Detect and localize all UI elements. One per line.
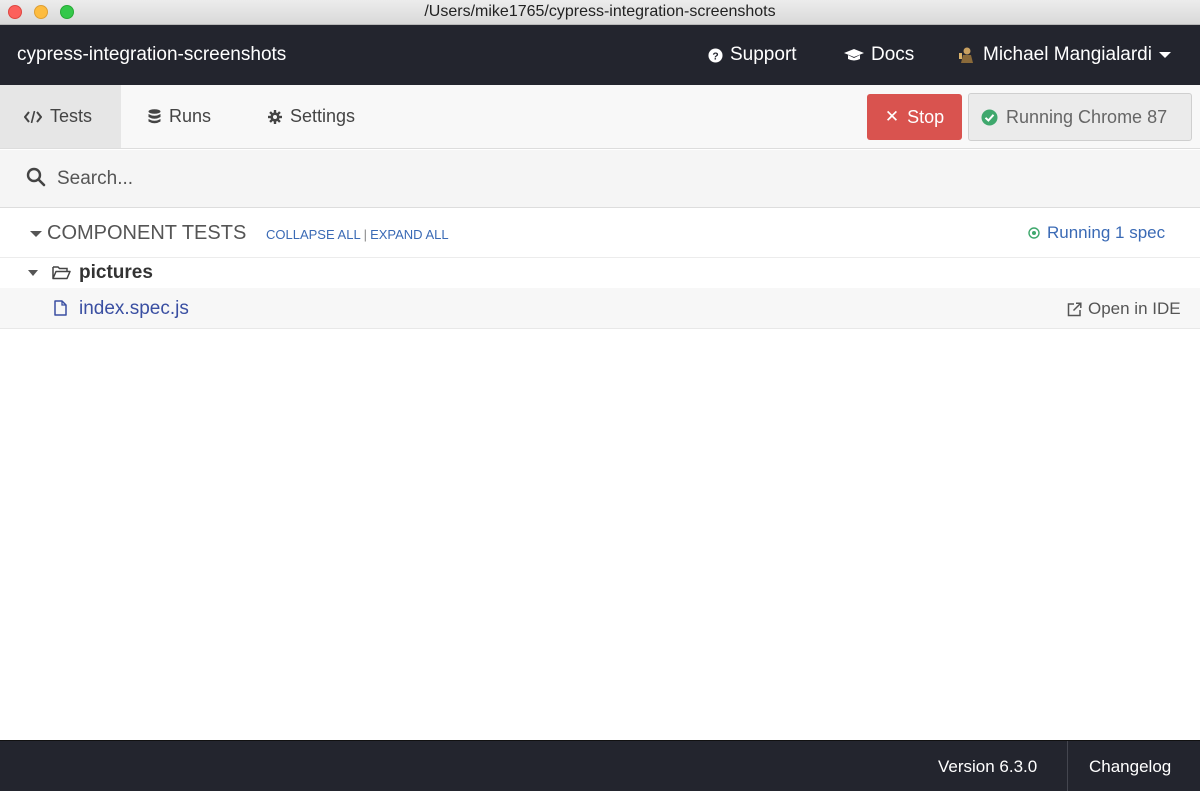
caret-down-icon [28,270,38,276]
sub-nav: Tests Runs Settings ✕ Stop Running Chrom… [0,85,1200,149]
version-label[interactable]: Version 6.3.0 [938,757,1037,777]
search-input[interactable] [57,164,1157,194]
database-icon [148,109,161,124]
graduation-cap-icon [844,48,864,62]
expand-all-link[interactable]: EXPAND ALL [370,227,449,242]
folder-open-icon [52,265,71,285]
link-separator: | [363,227,368,242]
running-browser-label: Running Chrome 87 [1006,106,1168,127]
search-bar [0,150,1200,208]
folder-row[interactable]: pictures [0,258,1200,288]
top-nav: cypress-integration-screenshots ? Suppor… [0,25,1200,85]
open-in-ide-link[interactable]: Open in IDE [1067,299,1181,319]
user-name: Michael Mangialardi [983,44,1152,65]
search-icon [26,167,46,192]
avatar [958,46,976,64]
running-spec-status: Running 1 spec [1028,223,1165,243]
stop-label: Stop [907,106,945,127]
collapse-expand-links: COLLAPSE ALL | EXPAND ALL [266,227,449,242]
footer-divider [1067,741,1068,791]
browser-status-badge[interactable]: Running Chrome 87 [968,93,1192,141]
collapse-all-link[interactable]: COLLAPSE ALL [266,227,361,242]
tab-runs[interactable]: Runs [148,85,211,148]
code-icon [24,110,42,123]
project-name: cypress-integration-screenshots [17,44,287,65]
section-title: COMPONENT TESTS [47,222,247,244]
check-circle-icon [981,109,998,126]
external-link-icon [1067,301,1082,317]
support-link[interactable]: ? Support [708,44,797,66]
svg-text:?: ? [712,51,718,62]
spec-file-row[interactable]: index.spec.js Open in IDE [0,288,1200,329]
open-in-ide-label: Open in IDE [1088,299,1181,318]
tab-runs-label: Runs [169,106,212,126]
docs-label: Docs [871,44,915,65]
folder-name: pictures [79,262,153,283]
window-title: /Users/mike1765/cypress-integration-scre… [424,3,776,20]
docs-link[interactable]: Docs [844,44,914,66]
spec-file-name: index.spec.js [79,298,189,319]
tab-tests[interactable]: Tests [0,85,121,148]
tab-tests-label: Tests [50,106,93,126]
close-icon: ✕ [884,107,900,126]
component-tests-header[interactable]: COMPONENT TESTS COLLAPSE ALL | EXPAND ALL … [0,208,1200,258]
footer: Version 6.3.0 Changelog [0,740,1200,791]
chevron-down-icon [1158,52,1171,58]
support-label: Support [730,44,797,65]
tab-settings-label: Settings [290,106,356,126]
dot-circle-icon [1028,227,1040,239]
running-spec-label: Running 1 spec [1047,223,1166,242]
changelog-link[interactable]: Changelog [1089,757,1171,777]
gear-icon [268,109,282,124]
file-icon [54,300,67,321]
question-circle-icon: ? [708,47,723,63]
tab-settings[interactable]: Settings [268,85,355,148]
stop-button[interactable]: ✕ Stop [867,94,962,140]
user-menu[interactable]: Michael Mangialardi [958,44,1171,66]
window-titlebar: /Users/mike1765/cypress-integration-scre… [0,0,1200,25]
caret-down-icon [30,231,42,237]
